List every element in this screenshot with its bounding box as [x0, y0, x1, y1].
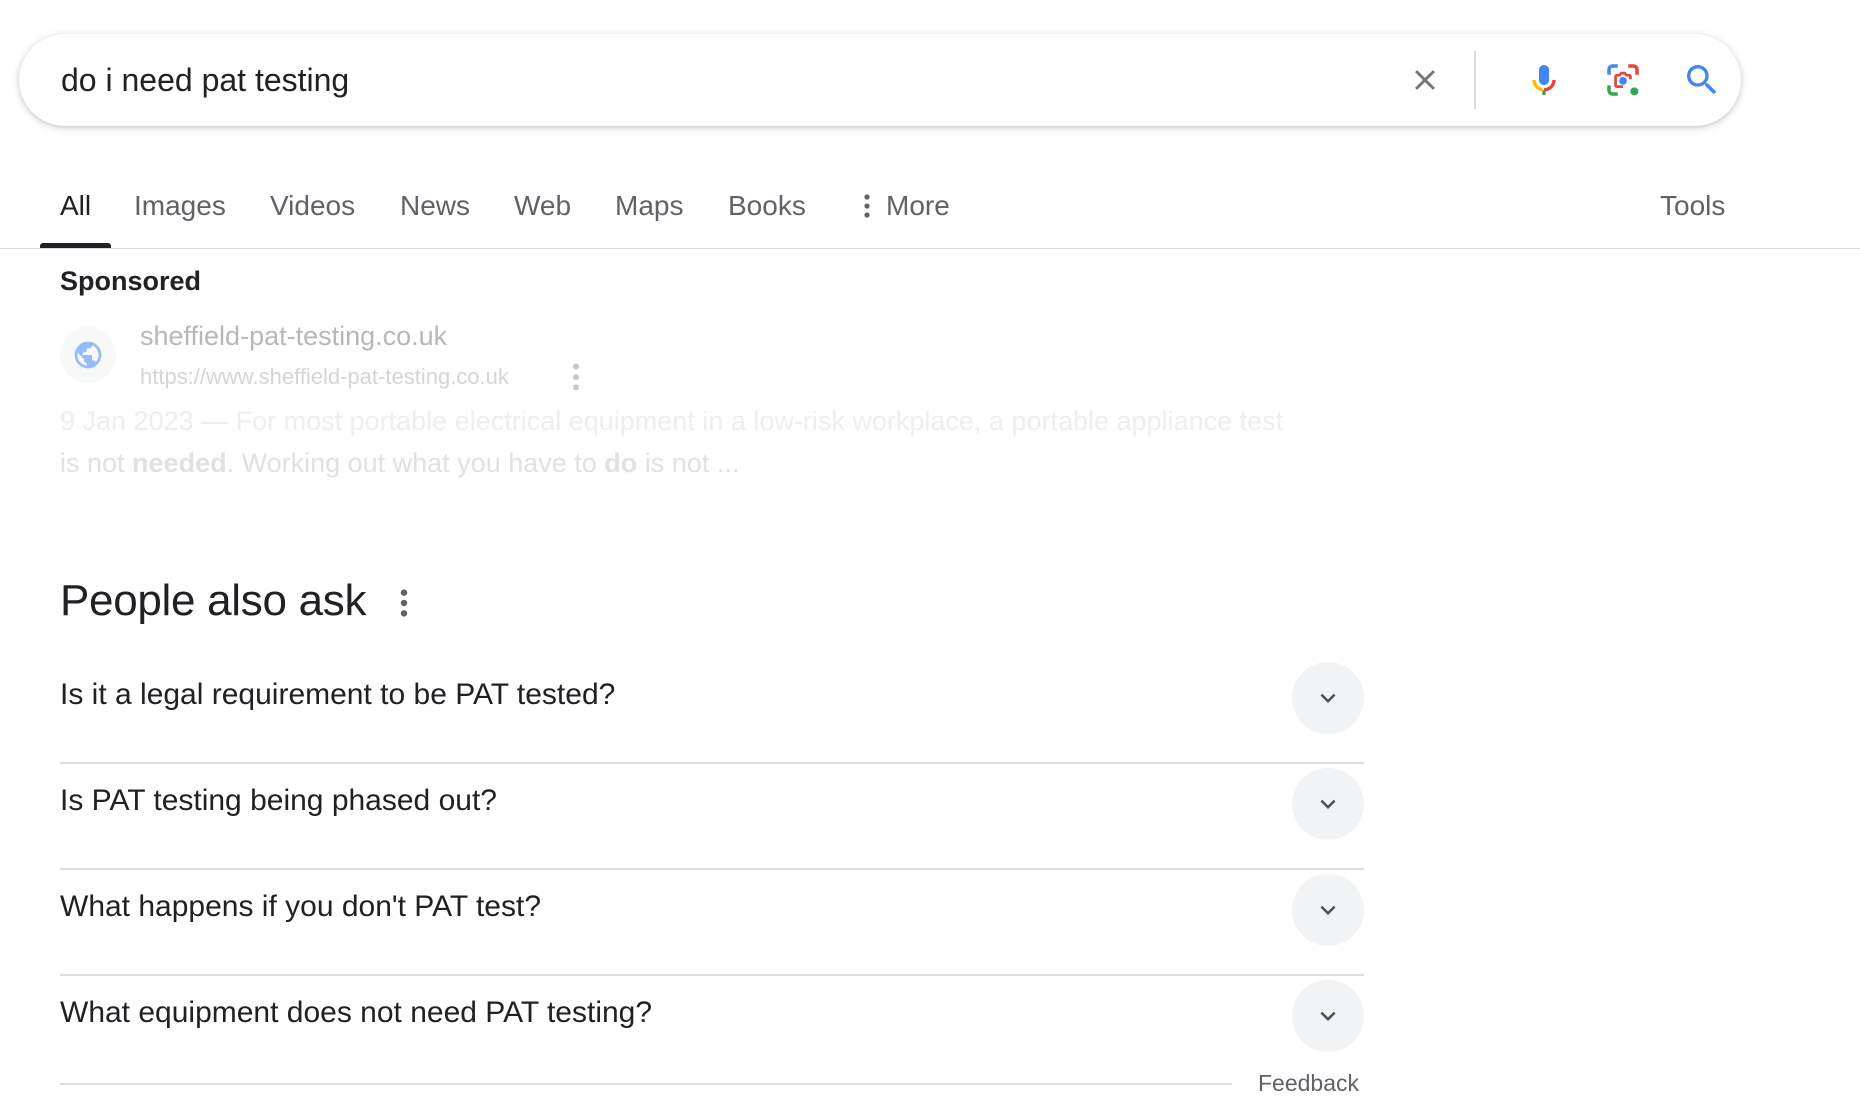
chevron-down-icon[interactable] [1292, 662, 1364, 734]
camera-lens-icon[interactable] [1597, 54, 1649, 106]
people-also-ask-list: Is it a legal requirement to be PAT test… [60, 658, 1364, 1082]
tab-videos[interactable]: Videos [270, 190, 355, 222]
paa-question[interactable]: What equipment does not need PAT testing… [60, 976, 1364, 1082]
tab-images[interactable]: Images [134, 190, 226, 222]
sponsored-label: Sponsored [60, 266, 202, 296]
ad-options-icon[interactable] [566, 362, 586, 392]
tab-news[interactable]: News [400, 190, 470, 222]
ad-snippet-text: is not ... [637, 448, 740, 478]
microphone-icon[interactable] [1518, 54, 1570, 106]
chevron-down-icon[interactable] [1292, 874, 1364, 946]
ad-url[interactable]: https://www.sheffield-pat-testing.co.uk [140, 364, 509, 390]
paa-question-text: What equipment does not need PAT testing… [60, 996, 653, 1029]
feedback-link[interactable]: Feedback [1258, 1070, 1359, 1097]
tab-more-label: More [886, 190, 950, 221]
search-bar-divider [1474, 51, 1476, 109]
search-results-page: All Images Videos News Web Maps Books Mo… [0, 0, 1860, 1111]
globe-icon [60, 327, 116, 383]
paa-question[interactable]: Is PAT testing being phased out? [60, 764, 1364, 870]
ad-site-name[interactable]: sheffield-pat-testing.co.uk [140, 321, 447, 352]
paa-question-text: Is PAT testing being phased out? [60, 784, 497, 817]
search-bar [19, 34, 1741, 126]
search-tabs: All Images Videos News Web Maps Books Mo… [0, 170, 1860, 250]
ad-snippet-text: . Working out what you have to [226, 448, 605, 478]
chevron-down-icon[interactable] [1292, 980, 1364, 1052]
paa-question[interactable]: Is it a legal requirement to be PAT test… [60, 658, 1364, 764]
search-icon[interactable] [1676, 54, 1728, 106]
paa-options-icon[interactable] [394, 588, 414, 618]
ad-snippet-highlight: needed [132, 448, 227, 478]
search-input[interactable] [61, 56, 1361, 104]
paa-question[interactable]: What happens if you don't PAT test? [60, 870, 1364, 976]
tools-button[interactable]: Tools [1660, 190, 1725, 222]
tab-books[interactable]: Books [728, 190, 806, 222]
paa-bottom-divider [60, 1083, 1232, 1085]
ad-snippet-line-1: 9 Jan 2023 — For most portable electrica… [60, 406, 1284, 436]
tab-all[interactable]: All [60, 190, 91, 222]
tab-more[interactable]: More [862, 190, 950, 222]
ad-snippet-line-2: is not needed. Working out what you have… [60, 448, 739, 479]
close-icon[interactable] [1399, 54, 1451, 106]
tabs-divider [0, 248, 1860, 249]
ad-snippet-highlight: do [604, 448, 638, 478]
tab-maps[interactable]: Maps [615, 190, 683, 222]
chevron-down-icon[interactable] [1292, 768, 1364, 840]
ad-snippet-text: is not [60, 448, 133, 478]
paa-question-text: What happens if you don't PAT test? [60, 890, 542, 923]
paa-question-text: Is it a legal requirement to be PAT test… [60, 678, 616, 711]
people-also-ask-title: People also ask [60, 576, 367, 625]
tab-web[interactable]: Web [514, 190, 571, 222]
vertical-dots-icon [864, 194, 870, 218]
